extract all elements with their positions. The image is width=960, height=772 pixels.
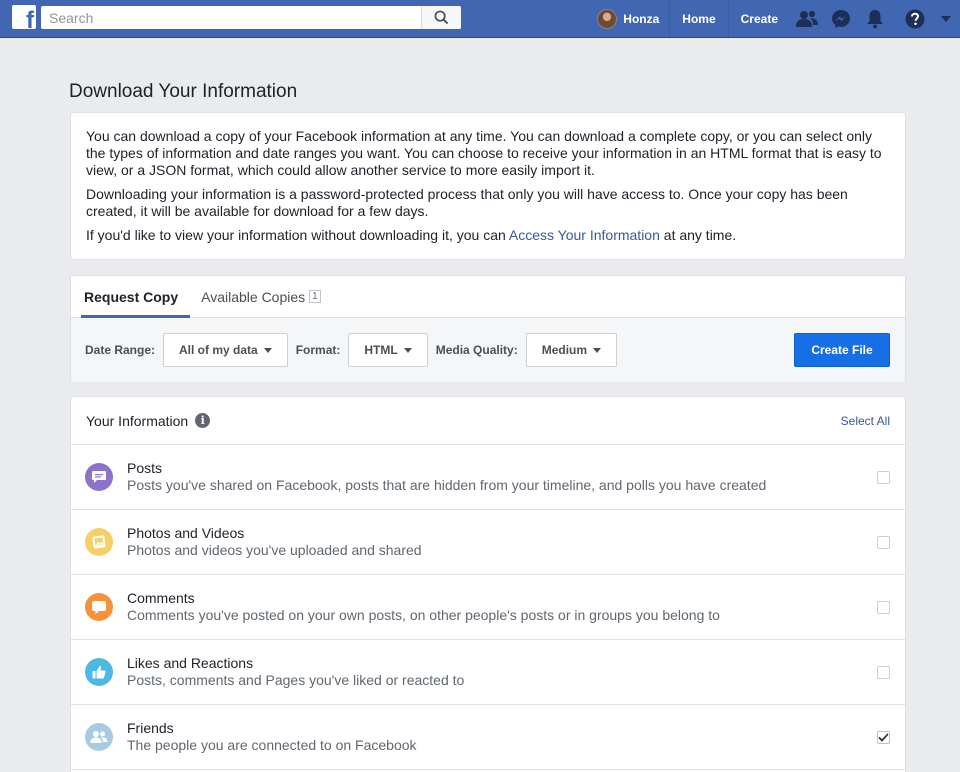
- checkmark-icon: [878, 732, 889, 742]
- row-title: Photos and Videos: [127, 525, 245, 541]
- intro-card: You can download a copy of your Facebook…: [70, 112, 906, 260]
- your-information-title: Your Information: [86, 412, 189, 429]
- photos-icon: [85, 528, 113, 556]
- caret-down-icon: [941, 16, 951, 22]
- photos-and-videos-checkbox[interactable]: [877, 535, 890, 549]
- messenger-icon: [832, 10, 850, 28]
- messenger-button[interactable]: [824, 0, 858, 38]
- list-item-friends[interactable]: Friends The people you are connected to …: [71, 705, 905, 770]
- date-range-dropdown[interactable]: All of my data: [163, 333, 288, 367]
- list-item-posts[interactable]: Posts Posts you've shared on Facebook, p…: [71, 445, 905, 510]
- list-item-likes-and-reactions[interactable]: Likes and Reactions Posts, comments and …: [71, 640, 905, 705]
- info-icon[interactable]: i: [195, 413, 211, 428]
- profile-link[interactable]: Honza: [587, 0, 669, 38]
- create-link[interactable]: Create: [727, 0, 790, 38]
- list-item-comments[interactable]: Comments Comments you've posted on your …: [71, 575, 905, 640]
- date-range-label: Date Range:: [85, 343, 156, 357]
- top-navigation-bar: f Honza Home Create: [0, 0, 960, 38]
- create-file-button[interactable]: Create File: [794, 333, 890, 367]
- help-button[interactable]: [898, 0, 932, 38]
- available-copies-count: 1: [309, 290, 321, 303]
- posts-checkbox[interactable]: [877, 470, 890, 484]
- your-information-header: Your Information i Select All: [71, 397, 905, 445]
- comments-icon: [85, 593, 113, 621]
- your-information-card: Your Information i Select All Posts Post…: [70, 396, 906, 772]
- user-name: Honza: [623, 12, 660, 26]
- row-description: Posts, comments and Pages you've liked o…: [127, 672, 465, 688]
- tabs: Request Copy Available Copies 1: [71, 276, 905, 318]
- media-quality-label: Media Quality:: [435, 343, 518, 357]
- notifications-button[interactable]: [858, 0, 892, 38]
- caret-down-icon: [593, 347, 602, 353]
- format-label: Format:: [295, 343, 341, 357]
- comments-checkbox[interactable]: [877, 600, 890, 614]
- friend-requests-button[interactable]: [790, 0, 824, 38]
- row-title: Friends: [127, 720, 174, 736]
- row-text: Comments Comments you've posted on your …: [127, 590, 877, 624]
- caret-down-icon: [263, 347, 272, 353]
- row-text: Posts Posts you've shared on Facebook, p…: [127, 460, 877, 494]
- friends-checkbox[interactable]: [877, 730, 890, 744]
- row-text: Friends The people you are connected to …: [127, 720, 877, 754]
- select-all-link[interactable]: Select All: [841, 414, 890, 428]
- format-dropdown[interactable]: HTML: [348, 333, 428, 367]
- likes-and-reactions-checkbox[interactable]: [877, 665, 890, 679]
- search-input[interactable]: [41, 6, 421, 29]
- row-text: Photos and Videos Photos and videos you'…: [127, 525, 877, 559]
- home-link[interactable]: Home: [669, 0, 727, 38]
- help-icon: [905, 9, 925, 29]
- bell-icon: [867, 10, 883, 29]
- intro-paragraph-3: If you'd like to view your information w…: [86, 227, 737, 243]
- list-item-photos-and-videos[interactable]: Photos and Videos Photos and videos you'…: [71, 510, 905, 575]
- tab-available-copies[interactable]: Available Copies 1: [200, 276, 327, 317]
- intro-paragraph-2: Downloading your information is a passwo…: [86, 186, 848, 219]
- page-title: Download Your Information: [69, 81, 298, 102]
- friends-icon: [85, 723, 113, 751]
- row-description: The people you are connected to on Faceb…: [127, 737, 417, 753]
- row-description: Comments you've posted on your own posts…: [127, 607, 720, 623]
- row-title: Comments: [127, 590, 195, 606]
- friend-requests-icon: [796, 10, 818, 27]
- row-description: Photos and videos you've uploaded and sh…: [127, 542, 422, 558]
- row-title: Posts: [127, 460, 163, 476]
- tab-request-copy[interactable]: Request Copy: [80, 276, 191, 318]
- row-description: Posts you've shared on Facebook, posts t…: [127, 477, 767, 493]
- nav-right: Honza Home Create: [587, 0, 960, 38]
- request-copy-card: Request Copy Available Copies 1 Date Rang…: [70, 275, 906, 382]
- search-box: [41, 6, 461, 29]
- posts-icon: [85, 463, 113, 491]
- intro-paragraph-1: You can download a copy of your Facebook…: [86, 128, 882, 178]
- search-icon: [434, 10, 449, 25]
- likes-icon: [85, 658, 113, 686]
- row-text: Likes and Reactions Posts, comments and …: [127, 655, 877, 689]
- filters-bar: Date Range: All of my data Format: HTML …: [71, 318, 905, 382]
- media-quality-dropdown[interactable]: Medium: [525, 333, 618, 367]
- access-your-information-link[interactable]: Access Your Information: [509, 227, 660, 243]
- avatar: [597, 9, 618, 29]
- search-button[interactable]: [421, 6, 461, 29]
- caret-down-icon: [403, 347, 412, 353]
- account-menu-button[interactable]: [932, 0, 960, 38]
- row-title: Likes and Reactions: [127, 655, 254, 671]
- facebook-logo-icon[interactable]: f: [12, 5, 36, 29]
